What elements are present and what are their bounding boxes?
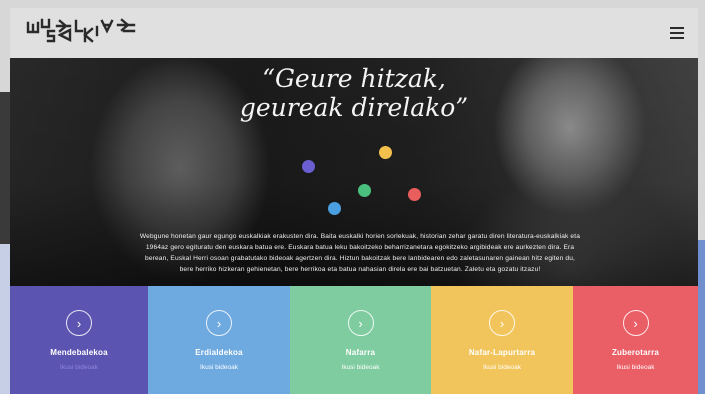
arrow-circle-icon[interactable]: › bbox=[489, 310, 515, 336]
hamburger-line bbox=[670, 32, 684, 34]
hamburger-line bbox=[670, 27, 684, 29]
arrow-circle-icon[interactable]: › bbox=[66, 310, 92, 336]
decor-dot-yellow bbox=[379, 146, 392, 159]
intro-text: Webgune honetan gaur egungo euskalkiak e… bbox=[139, 233, 581, 273]
hero-quote-line-2: geureak direlako” bbox=[239, 93, 469, 122]
arrow-circle-icon[interactable]: › bbox=[347, 310, 374, 336]
watch-videos-link[interactable]: Ikusi bideoak bbox=[617, 364, 655, 371]
site-header bbox=[10, 8, 698, 58]
region-tile-nafar-lapurtarra[interactable]: › Nafar-Lapurtarra Ikusi bideoak bbox=[431, 286, 573, 394]
region-name: Erdialdekoa bbox=[195, 348, 243, 357]
region-tile-erdialdekoa[interactable]: › Erdialdekoa Ikusi bideoak bbox=[148, 286, 290, 394]
site-page: “Geure hitzak, geureak direlako” Webgune… bbox=[10, 8, 698, 394]
region-name: Zuberotarra bbox=[611, 348, 660, 357]
region-tile-mendebalekoa[interactable]: › Mendebalekoa Ikusi bideoak bbox=[10, 286, 148, 394]
hero-banner: “Geure hitzak, geureak direlako” Webgune… bbox=[10, 58, 698, 286]
decor-dot-violet bbox=[302, 160, 315, 173]
watch-videos-link[interactable]: Ikusi bideoak bbox=[60, 364, 98, 371]
region-tiles: › Mendebalekoa Ikusi bideoak › Erdialdek… bbox=[10, 286, 698, 394]
arrow-circle-icon[interactable]: › bbox=[622, 310, 649, 336]
decor-dot-blue bbox=[328, 202, 341, 215]
decor-dot-red bbox=[408, 188, 421, 201]
hamburger-icon[interactable] bbox=[670, 27, 684, 39]
arrow-circle-icon[interactable]: › bbox=[206, 310, 232, 336]
watch-videos-link[interactable]: Ikusi bideoak bbox=[200, 364, 238, 371]
hero-quote: “Geure hitzak, geureak direlako” bbox=[10, 64, 698, 122]
region-name: Nafarra bbox=[345, 348, 376, 357]
hero-quote-line-1: “Geure hitzak, bbox=[262, 64, 446, 93]
logo-mark bbox=[26, 18, 136, 43]
region-name: Nafar-Lapurtarra bbox=[468, 348, 536, 357]
hamburger-line bbox=[670, 37, 684, 39]
watch-videos-link[interactable]: Ikusi bideoak bbox=[342, 364, 380, 371]
region-name: Mendebalekoa bbox=[50, 348, 108, 357]
decor-dot-green bbox=[358, 184, 371, 197]
region-tile-zuberotarra[interactable]: › Zuberotarra Ikusi bideoak bbox=[573, 286, 698, 394]
region-tile-nafarra[interactable]: › Nafarra Ikusi bideoak bbox=[290, 286, 431, 394]
watch-videos-link[interactable]: Ikusi bideoak bbox=[483, 364, 521, 371]
site-logo[interactable] bbox=[24, 17, 136, 49]
